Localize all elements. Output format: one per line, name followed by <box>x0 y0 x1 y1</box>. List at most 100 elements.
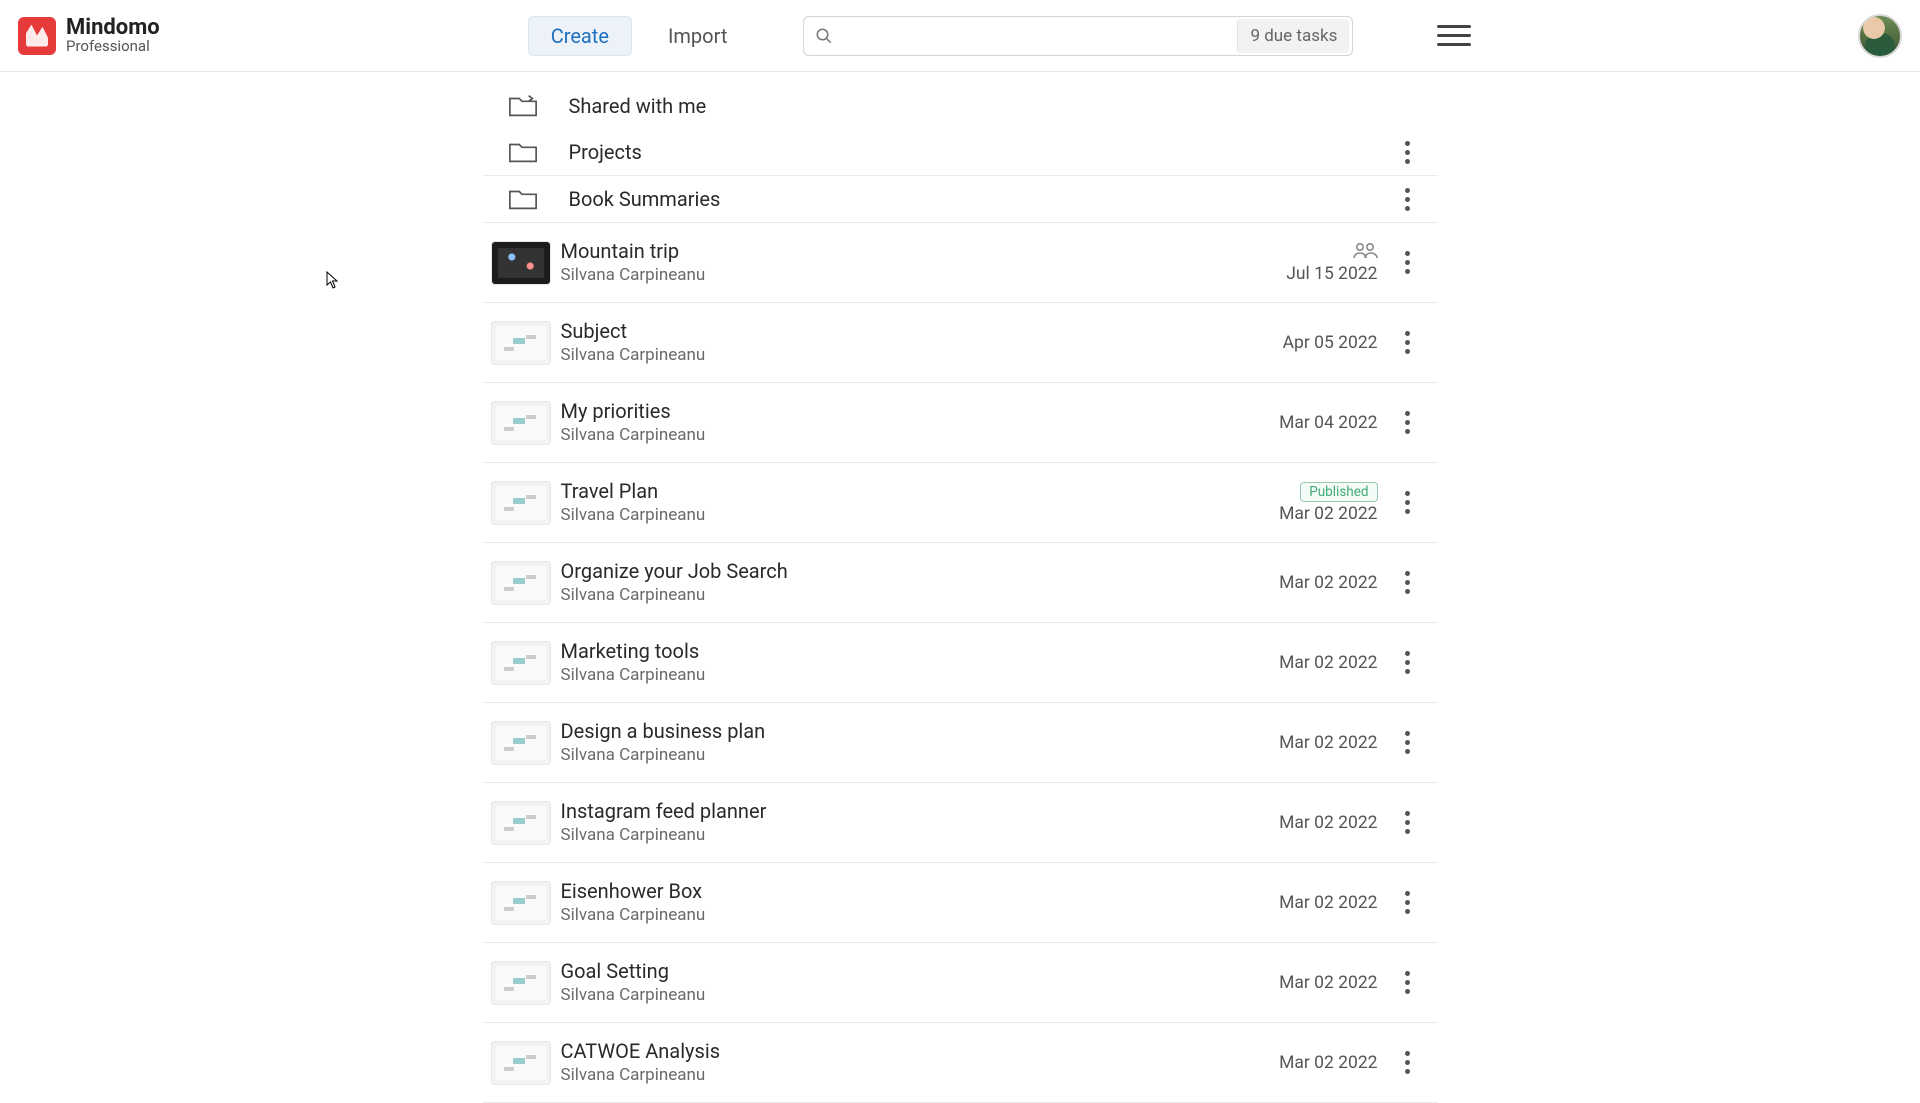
row-menu-button[interactable] <box>1399 488 1417 518</box>
map-row[interactable]: Subject Silvana Carpineanu Apr 05 2022 <box>483 303 1438 383</box>
map-owner: Silvana Carpineanu <box>561 825 1232 845</box>
map-owner: Silvana Carpineanu <box>561 985 1232 1005</box>
shared-folder-icon <box>487 93 559 119</box>
map-row[interactable]: My priorities Silvana Carpineanu Mar 04 … <box>483 383 1438 463</box>
row-menu-button[interactable] <box>1399 408 1417 438</box>
map-title: My priorities <box>561 399 1232 423</box>
folder-row[interactable]: Book Summaries <box>483 176 1438 223</box>
row-menu-button[interactable] <box>1399 648 1417 678</box>
map-thumbnail <box>491 321 551 365</box>
create-button[interactable]: Create <box>528 16 632 56</box>
map-title: Marketing tools <box>561 639 1232 663</box>
menu-button[interactable] <box>1437 19 1471 53</box>
row-menu-button[interactable] <box>1399 808 1417 838</box>
map-title: Design a business plan <box>561 719 1232 743</box>
map-title: Travel Plan <box>561 479 1232 503</box>
map-owner: Silvana Carpineanu <box>561 505 1232 525</box>
map-title: Eisenhower Box <box>561 879 1232 903</box>
map-date: Apr 05 2022 <box>1283 333 1378 353</box>
row-menu-button[interactable] <box>1399 137 1417 167</box>
map-title: Mountain trip <box>561 239 1232 263</box>
map-row[interactable]: Instagram feed planner Silvana Carpinean… <box>483 783 1438 863</box>
row-menu-button[interactable] <box>1399 184 1417 214</box>
search-box[interactable]: 9 due tasks <box>803 16 1353 56</box>
map-date: Mar 02 2022 <box>1279 893 1377 913</box>
row-menu-button[interactable] <box>1399 328 1417 358</box>
map-title: Instagram feed planner <box>561 799 1232 823</box>
map-date: Mar 02 2022 <box>1279 573 1377 593</box>
map-owner: Silvana Carpineanu <box>561 425 1232 445</box>
map-date: Mar 02 2022 <box>1279 733 1377 753</box>
map-meta: Apr 05 2022 <box>1232 333 1382 353</box>
map-date: Mar 02 2022 <box>1279 1053 1377 1073</box>
row-menu-button[interactable] <box>1399 888 1417 918</box>
map-thumbnail <box>491 561 551 605</box>
section-label: Shared with me <box>569 94 1232 118</box>
search-icon <box>804 27 844 45</box>
map-owner: Silvana Carpineanu <box>561 265 1232 285</box>
map-thumbnail <box>491 481 551 525</box>
brand-logo[interactable]: Mindomo Professional <box>18 17 160 55</box>
user-avatar[interactable] <box>1858 14 1902 58</box>
content-area: Shared with me Projects Book Summaries <box>0 72 1920 1103</box>
map-row[interactable]: Mountain trip Silvana Carpineanu Jul 15 … <box>483 223 1438 303</box>
brand-mark-icon <box>18 17 56 55</box>
map-row[interactable]: Eisenhower Box Silvana Carpineanu Mar 02… <box>483 863 1438 943</box>
map-meta: Jul 15 2022 <box>1232 241 1382 284</box>
map-row[interactable]: Marketing tools Silvana Carpineanu Mar 0… <box>483 623 1438 703</box>
map-owner: Silvana Carpineanu <box>561 345 1232 365</box>
map-meta: Mar 02 2022 <box>1232 893 1382 913</box>
row-menu-button[interactable] <box>1399 1048 1417 1078</box>
map-title: CATWOE Analysis <box>561 1039 1232 1063</box>
folder-label: Projects <box>569 140 1232 164</box>
folder-label: Book Summaries <box>569 187 1232 211</box>
map-meta: Mar 04 2022 <box>1232 413 1382 433</box>
map-meta: Mar 02 2022 <box>1232 733 1382 753</box>
brand-name: Mindomo <box>66 17 160 39</box>
map-title: Goal Setting <box>561 959 1232 983</box>
due-tasks-pill[interactable]: 9 due tasks <box>1237 19 1349 53</box>
import-button[interactable]: Import <box>646 16 749 56</box>
map-owner: Silvana Carpineanu <box>561 905 1232 925</box>
section-shared-with-me[interactable]: Shared with me <box>483 82 1438 129</box>
search-input[interactable] <box>844 18 1237 54</box>
map-thumbnail <box>491 801 551 845</box>
map-owner: Silvana Carpineanu <box>561 745 1232 765</box>
map-owner: Silvana Carpineanu <box>561 665 1232 685</box>
row-menu-button[interactable] <box>1399 568 1417 598</box>
map-row[interactable]: Travel Plan Silvana Carpineanu Published… <box>483 463 1438 543</box>
map-thumbnail <box>491 241 551 285</box>
row-menu-button[interactable] <box>1399 248 1417 278</box>
map-date: Mar 02 2022 <box>1279 653 1377 673</box>
map-thumbnail <box>491 961 551 1005</box>
brand-tier: Professional <box>66 39 160 54</box>
brand-text: Mindomo Professional <box>66 17 160 54</box>
map-date: Mar 02 2022 <box>1279 813 1377 833</box>
map-date: Mar 02 2022 <box>1279 973 1377 993</box>
map-meta: Mar 02 2022 <box>1232 573 1382 593</box>
published-badge: Published <box>1300 482 1377 502</box>
map-date: Jul 15 2022 <box>1286 264 1377 284</box>
map-title: Organize your Job Search <box>561 559 1232 583</box>
map-meta: Mar 02 2022 <box>1232 1053 1382 1073</box>
map-row[interactable]: Goal Setting Silvana Carpineanu Mar 02 2… <box>483 943 1438 1023</box>
row-menu-button[interactable] <box>1399 968 1417 998</box>
app-header: Mindomo Professional Create Import 9 due… <box>0 0 1920 72</box>
map-owner: Silvana Carpineanu <box>561 585 1232 605</box>
map-thumbnail <box>491 721 551 765</box>
map-meta: Mar 02 2022 <box>1232 973 1382 993</box>
map-meta: Mar 02 2022 <box>1232 813 1382 833</box>
map-thumbnail <box>491 401 551 445</box>
map-thumbnail <box>491 641 551 685</box>
map-date: Mar 04 2022 <box>1279 413 1377 433</box>
map-owner: Silvana Carpineanu <box>561 1065 1232 1085</box>
map-title: Subject <box>561 319 1232 343</box>
map-row[interactable]: CATWOE Analysis Silvana Carpineanu Mar 0… <box>483 1023 1438 1103</box>
folder-row[interactable]: Projects <box>483 129 1438 176</box>
map-row[interactable]: Design a business plan Silvana Carpinean… <box>483 703 1438 783</box>
folder-icon <box>487 139 559 165</box>
item-list: Shared with me Projects Book Summaries <box>483 82 1438 1103</box>
map-thumbnail <box>491 1041 551 1085</box>
row-menu-button[interactable] <box>1399 728 1417 758</box>
map-row[interactable]: Organize your Job Search Silvana Carpine… <box>483 543 1438 623</box>
